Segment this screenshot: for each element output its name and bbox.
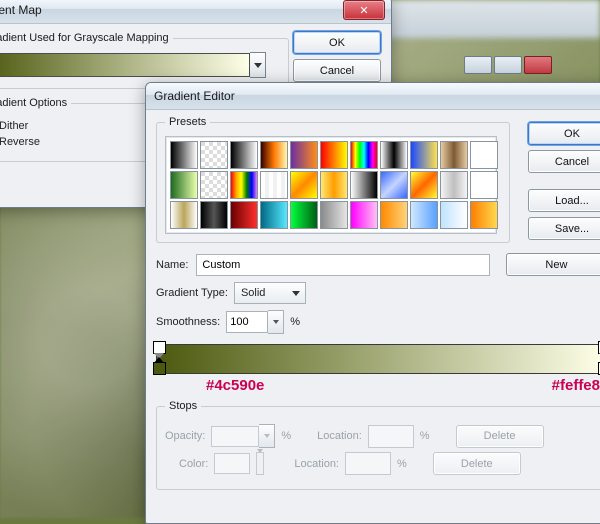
gradient-map-titlebar[interactable]: Gradient Map ✕ bbox=[0, 0, 391, 24]
close-icon[interactable]: ✕ bbox=[343, 0, 385, 20]
preset-grid[interactable] bbox=[165, 136, 497, 234]
chevron-down-icon bbox=[292, 291, 300, 296]
gm-preview-group: Gradient Used for Grayscale Mapping bbox=[0, 32, 289, 89]
gm-ok-button[interactable]: OK bbox=[293, 31, 381, 54]
preset-swatch[interactable] bbox=[380, 201, 408, 229]
location-label: Location: bbox=[317, 430, 362, 442]
name-input[interactable] bbox=[196, 254, 490, 276]
preset-swatch[interactable] bbox=[410, 171, 438, 199]
preset-swatch[interactable] bbox=[410, 201, 438, 229]
preset-swatch[interactable] bbox=[260, 171, 288, 199]
preset-swatch[interactable] bbox=[320, 171, 348, 199]
preset-swatch[interactable] bbox=[350, 171, 378, 199]
gradient-map-title: Gradient Map bbox=[0, 3, 343, 17]
preset-swatch[interactable] bbox=[200, 201, 228, 229]
preset-swatch[interactable] bbox=[470, 201, 498, 229]
preset-swatch[interactable] bbox=[350, 141, 378, 169]
preset-swatch[interactable] bbox=[200, 141, 228, 169]
chevron-down-icon bbox=[254, 63, 262, 68]
preset-swatch[interactable] bbox=[380, 141, 408, 169]
name-label: Name: bbox=[156, 259, 188, 271]
color-location-input bbox=[345, 452, 391, 475]
gradient-bar[interactable]: #4c590e #feffe8 bbox=[156, 344, 600, 374]
gm-options-legend: Gradient Options bbox=[0, 97, 71, 109]
preset-swatch[interactable] bbox=[380, 171, 408, 199]
ge-load-button[interactable]: Load... bbox=[528, 189, 600, 212]
preset-swatch[interactable] bbox=[320, 201, 348, 229]
preset-swatch[interactable] bbox=[350, 201, 378, 229]
gm-preview-legend: Gradient Used for Grayscale Mapping bbox=[0, 32, 173, 44]
presets-group: Presets bbox=[156, 116, 510, 243]
preset-swatch[interactable] bbox=[290, 171, 318, 199]
gm-gradient-dropdown[interactable] bbox=[250, 52, 266, 78]
color-stop-left[interactable] bbox=[153, 362, 164, 376]
ge-title: Gradient Editor bbox=[152, 89, 600, 103]
preset-swatch[interactable] bbox=[290, 141, 318, 169]
preset-swatch[interactable] bbox=[440, 141, 468, 169]
type-select[interactable]: Solid bbox=[234, 282, 306, 304]
annotation-left: #4c590e bbox=[206, 377, 264, 394]
preset-swatch[interactable] bbox=[260, 141, 288, 169]
background-window-controls bbox=[464, 56, 552, 74]
opacity-input bbox=[211, 426, 259, 447]
preset-swatch[interactable] bbox=[260, 201, 288, 229]
preset-swatch[interactable] bbox=[470, 171, 498, 199]
ge-save-button[interactable]: Save... bbox=[528, 217, 600, 240]
type-label: Gradient Type: bbox=[156, 287, 228, 299]
ge-cancel-button[interactable]: Cancel bbox=[528, 150, 600, 173]
presets-legend: Presets bbox=[165, 116, 210, 128]
opacity-stop-left[interactable] bbox=[153, 341, 164, 355]
preset-swatch[interactable] bbox=[320, 141, 348, 169]
color-picker-icon bbox=[256, 452, 264, 475]
opacity-location-input bbox=[368, 425, 414, 448]
preset-swatch[interactable] bbox=[200, 171, 228, 199]
smoothness-label: Smoothness: bbox=[156, 316, 220, 328]
ge-titlebar[interactable]: Gradient Editor bbox=[146, 83, 600, 110]
opacity-delete-button: Delete bbox=[456, 425, 544, 448]
preset-swatch[interactable] bbox=[410, 141, 438, 169]
preset-swatch[interactable] bbox=[230, 141, 258, 169]
annotation-right: #feffe8 bbox=[552, 377, 600, 394]
preset-swatch[interactable] bbox=[440, 171, 468, 199]
gm-gradient-sample[interactable] bbox=[0, 53, 250, 77]
stops-group: Stops Opacity: % Location: % Delete Colo… bbox=[156, 400, 600, 490]
opacity-label: Opacity: bbox=[165, 430, 205, 442]
gm-cancel-button[interactable]: Cancel bbox=[293, 59, 381, 82]
preset-swatch[interactable] bbox=[470, 141, 498, 169]
preset-swatch[interactable] bbox=[170, 141, 198, 169]
preset-swatch[interactable] bbox=[290, 201, 318, 229]
preset-swatch[interactable] bbox=[170, 171, 198, 199]
preset-swatch[interactable] bbox=[230, 201, 258, 229]
smoothness-input[interactable] bbox=[226, 310, 284, 334]
preset-swatch[interactable] bbox=[230, 171, 258, 199]
preset-swatch[interactable] bbox=[170, 201, 198, 229]
ge-ok-button[interactable]: OK bbox=[528, 122, 600, 145]
preset-swatch[interactable] bbox=[440, 201, 468, 229]
stops-legend: Stops bbox=[165, 400, 201, 412]
stepper-icon bbox=[259, 424, 275, 448]
color-delete-button: Delete bbox=[433, 452, 521, 475]
ge-new-button[interactable]: New bbox=[506, 253, 600, 276]
stepper-icon[interactable] bbox=[268, 310, 284, 334]
gradient-editor-dialog: Gradient Editor Presets OK Cancel Load..… bbox=[145, 82, 600, 524]
color-well bbox=[214, 453, 250, 474]
color-label: Color: bbox=[179, 458, 208, 470]
